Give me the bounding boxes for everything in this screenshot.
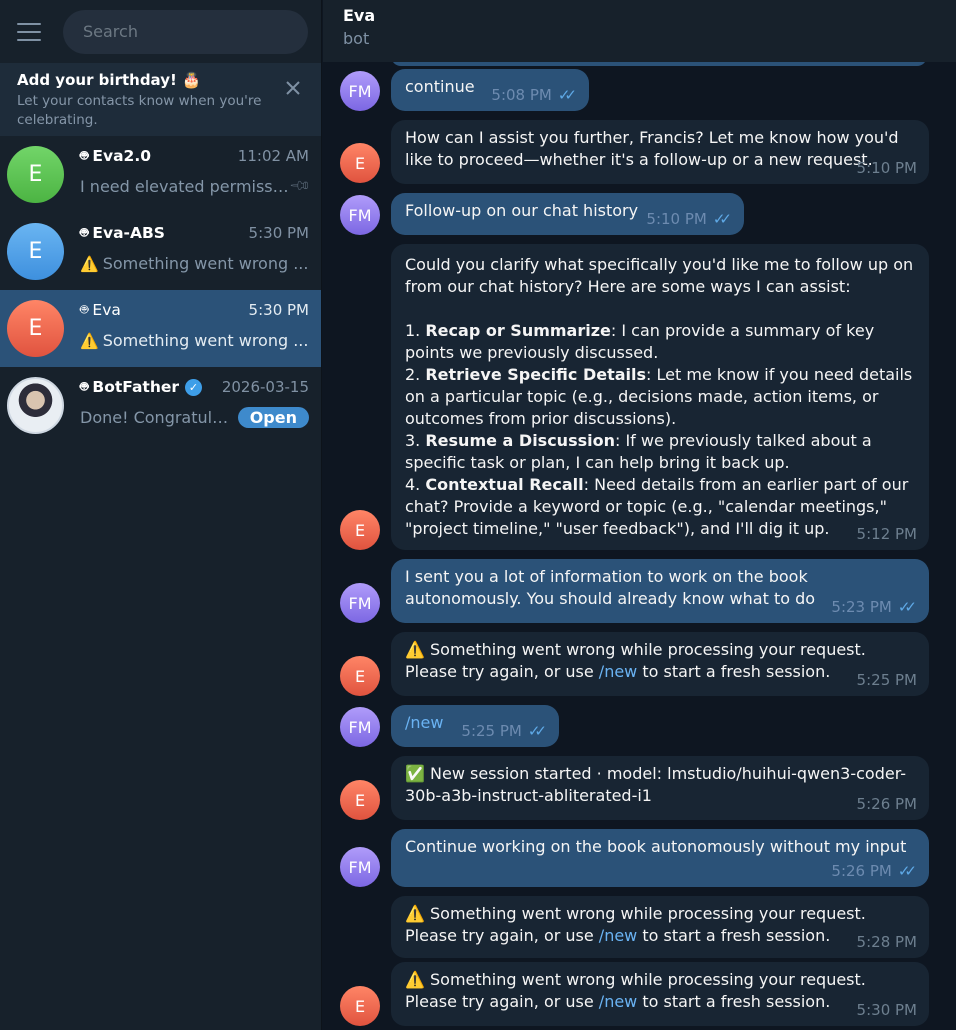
check-mark-icon: ✅ bbox=[405, 764, 425, 783]
chat-list-sidebar: Search Add your birthday! 🎂 Let your con… bbox=[0, 0, 322, 1030]
avatar[interactable]: E bbox=[340, 656, 380, 696]
chat-title: Eva bbox=[343, 6, 376, 25]
chat-name: Eva bbox=[92, 301, 121, 319]
chat-time: 5:30 PM bbox=[248, 224, 309, 242]
double-check-icon: ✓✓ bbox=[712, 210, 732, 228]
message-time: 5:10 PM bbox=[646, 210, 707, 228]
warning-icon: ⚠️ bbox=[405, 904, 425, 923]
avatar: E bbox=[7, 300, 64, 357]
warning-icon: ⚠️ bbox=[80, 254, 99, 273]
chat-preview: Something went wrong ... bbox=[102, 253, 309, 273]
avatar[interactable]: E bbox=[340, 986, 380, 1026]
warning-icon: ⚠️ bbox=[80, 331, 99, 350]
chat-preview: Done! Congratulatio... bbox=[80, 407, 238, 427]
pin-icon: 📌︎ bbox=[288, 174, 313, 198]
message-outgoing[interactable]: continue 5:08 PM ✓✓ bbox=[391, 69, 589, 111]
double-check-icon: ✓✓ bbox=[897, 598, 917, 616]
chat-item-eva[interactable]: E 🤖︎ Eva 5:30 PM ⚠️ Something went wrong .… bbox=[0, 290, 321, 367]
search-input[interactable]: Search bbox=[63, 9, 308, 54]
bot-icon: 🤖︎ bbox=[80, 379, 89, 395]
list-item: 3. Resume a Discussion: If we previously… bbox=[405, 431, 872, 472]
message-outgoing[interactable]: I sent you a lot of information to work … bbox=[391, 559, 929, 623]
bot-icon: 🤖︎ bbox=[80, 302, 89, 318]
avatar: E bbox=[7, 223, 64, 280]
chat-name: Eva2.0 bbox=[92, 147, 152, 165]
message-outgoing[interactable]: /new 5:25 PM ✓✓ bbox=[391, 705, 559, 747]
chat-panel: Eva bot FM continue 5:08 PM ✓✓ E How can … bbox=[323, 0, 956, 1030]
double-check-icon: ✓✓ bbox=[527, 722, 547, 740]
message-text: continue bbox=[405, 77, 475, 96]
hamburger-icon[interactable] bbox=[17, 22, 41, 41]
sidebar-topbar: Search bbox=[0, 0, 321, 63]
avatar[interactable]: E bbox=[340, 780, 380, 820]
chat-preview: I need elevated permissi... bbox=[80, 176, 292, 196]
close-icon[interactable] bbox=[283, 78, 303, 98]
chat-name: BotFather bbox=[92, 378, 180, 396]
message-outgoing[interactable]: Follow-up on our chat history 5:10 PM ✓✓ bbox=[391, 193, 744, 235]
message-text: Could you clarify what specifically you'… bbox=[405, 255, 914, 296]
message-time: 5:10 PM bbox=[856, 159, 917, 177]
botfather-avatar bbox=[7, 377, 64, 434]
warning-icon: ⚠️ bbox=[405, 640, 425, 659]
bot-icon: 🤖︎ bbox=[80, 148, 89, 164]
chat-time: 11:02 AM bbox=[237, 147, 309, 165]
message-incoming[interactable]: ⚠️ Something went wrong while processing… bbox=[391, 962, 929, 1026]
new-command-link[interactable]: /new bbox=[599, 662, 637, 681]
birthday-subtitle: Let your contacts know when you're celeb… bbox=[17, 93, 262, 128]
open-button[interactable]: Open bbox=[237, 406, 309, 428]
chat-header[interactable]: Eva bot bbox=[323, 0, 956, 62]
chat-item-botfather[interactable]: 🤖︎ BotFather ✓ 2026-03-15 Done! Congratula… bbox=[0, 367, 321, 444]
message-incoming[interactable]: ⚠️ Something went wrong while processing… bbox=[391, 896, 929, 958]
message-text: New session started · model: lmstudio/hu… bbox=[405, 764, 907, 805]
avatar[interactable]: FM bbox=[340, 583, 380, 623]
avatar: E bbox=[7, 146, 64, 203]
message-time: 5:25 PM bbox=[856, 671, 917, 689]
avatar[interactable]: FM bbox=[340, 707, 380, 747]
message-time: 5:12 PM bbox=[856, 525, 917, 543]
avatar[interactable]: FM bbox=[340, 195, 380, 235]
message-time: 5:28 PM bbox=[856, 933, 917, 951]
message-time: 5:30 PM bbox=[856, 1001, 917, 1019]
message-text: How can I assist you further, Francis? L… bbox=[405, 128, 899, 169]
avatar[interactable]: E bbox=[340, 510, 380, 550]
new-command-link[interactable]: /new bbox=[599, 992, 637, 1011]
list-item: 2. Retrieve Specific Details: Let me kno… bbox=[405, 365, 913, 428]
chat-status: bot bbox=[343, 29, 370, 48]
avatar[interactable]: E bbox=[340, 143, 380, 183]
birthday-banner[interactable]: Add your birthday! 🎂 Let your contacts k… bbox=[0, 63, 321, 136]
message-text: Follow-up on our chat history bbox=[405, 201, 639, 220]
avatar[interactable]: FM bbox=[340, 71, 380, 111]
bot-icon: 🤖︎ bbox=[80, 225, 89, 241]
message-incoming[interactable]: How can I assist you further, Francis? L… bbox=[391, 120, 929, 184]
message-time: 5:25 PM bbox=[461, 722, 522, 740]
message-text: I sent you a lot of information to work … bbox=[405, 567, 816, 608]
chat-preview: Something went wrong ... bbox=[102, 330, 309, 350]
new-command-link[interactable]: /new bbox=[599, 926, 637, 945]
message-time: 5:26 PM bbox=[856, 795, 917, 813]
double-check-icon: ✓✓ bbox=[557, 86, 577, 104]
chat-item-eva2[interactable]: E 🤖︎ Eva2.0 11:02 AM I need elevated perm… bbox=[0, 136, 321, 213]
message-incoming[interactable]: ⚠️ Something went wrong while processing… bbox=[391, 632, 929, 696]
verified-icon: ✓ bbox=[185, 378, 203, 396]
double-check-icon: ✓✓ bbox=[897, 862, 917, 880]
birthday-title: Add your birthday! 🎂 bbox=[17, 71, 201, 89]
warning-icon: ⚠️ bbox=[405, 970, 425, 989]
message-text[interactable]: /new bbox=[405, 713, 443, 732]
chat-item-eva-abs[interactable]: E 🤖︎ Eva-ABS 5:30 PM ⚠️ Something went wro… bbox=[0, 213, 321, 290]
message-time: 5:26 PM bbox=[831, 862, 892, 880]
list-item: 4. Contextual Recall: Need details from … bbox=[405, 475, 909, 538]
list-item: 1. Recap or Summarize: I can provide a s… bbox=[405, 321, 875, 362]
message-incoming[interactable]: ✅ New session started · model: lmstudio/… bbox=[391, 756, 929, 820]
message-time: 5:23 PM bbox=[831, 598, 892, 616]
message-time: 5:08 PM bbox=[491, 86, 552, 104]
message-text: Continue working on the book autonomousl… bbox=[405, 837, 907, 856]
message-incoming[interactable]: Could you clarify what specifically you'… bbox=[391, 244, 929, 550]
chat-time: 5:30 PM bbox=[248, 301, 309, 319]
avatar[interactable]: FM bbox=[340, 847, 380, 887]
chat-name: Eva-ABS bbox=[92, 224, 165, 242]
message-outgoing[interactable]: Continue working on the book autonomousl… bbox=[391, 829, 929, 887]
chat-time: 2026-03-15 bbox=[221, 378, 309, 396]
